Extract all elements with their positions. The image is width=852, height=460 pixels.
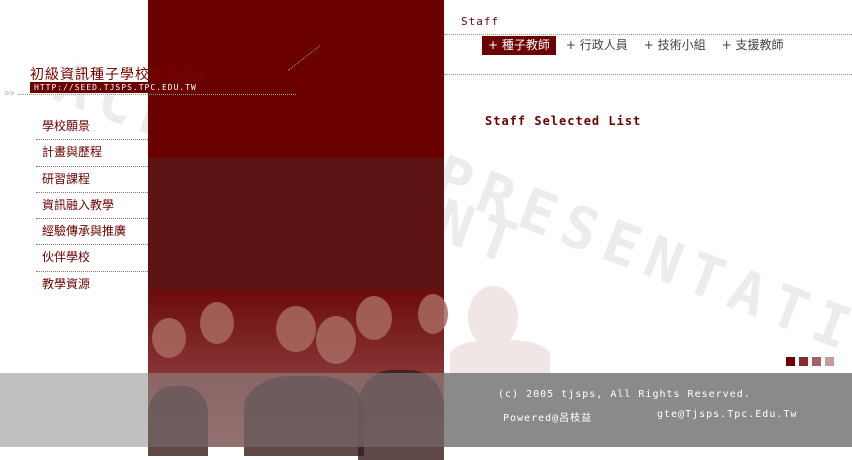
powered-by-text: Powered@呂枝益 — [503, 413, 593, 424]
tab-technical-team[interactable]: + 技術小組 — [638, 36, 712, 55]
center-panel-band — [148, 158, 444, 290]
sidebar-item-teaching-resources[interactable]: 教學資源 — [36, 272, 148, 298]
sidebar-item-partner-schools[interactable]: 伙伴學校 — [36, 245, 148, 272]
site-title: 初級資訊種子學校成果展示 — [30, 67, 210, 83]
sidebar-item-school-vision[interactable]: 學校願景 — [36, 114, 148, 141]
square-4 — [825, 357, 834, 366]
sidebar-item-plan-history[interactable]: 計畫與歷程 — [36, 140, 148, 167]
tab-seed-teachers[interactable]: + 種子教師 — [482, 36, 556, 55]
site-url[interactable]: HTTP://SEED.TJSPS.TPC.EDU.TW — [30, 82, 201, 93]
sidebar-item-experience-sharing[interactable]: 經驗傳承與推廣 — [36, 219, 148, 246]
square-2 — [799, 357, 808, 366]
chevron-right-icon: ›› ›› — [4, 88, 15, 99]
decorative-squares — [786, 357, 834, 366]
copyright-text: (c) 2005 tjsps, All Rights Reserved. — [498, 389, 751, 400]
tab-support-teachers[interactable]: + 支援教師 — [716, 36, 790, 55]
dotted-divider — [444, 74, 852, 75]
staff-list-title: Staff Selected List — [485, 114, 642, 128]
square-1 — [786, 357, 795, 366]
staff-section-label: Staff — [461, 15, 500, 28]
sidebar-item-it-integration[interactable]: 資訊融入教學 — [36, 193, 148, 220]
sidebar-nav: 學校願景 計畫與歷程 研習課程 資訊融入教學 經驗傳承與推廣 伙伴學校 教學資源 — [36, 114, 148, 298]
tab-administrative-staff[interactable]: + 行政人員 — [560, 36, 634, 55]
contact-email-link[interactable]: gte@Tjsps.Tpc.Edu.Tw — [657, 409, 797, 420]
dotted-divider — [444, 34, 852, 35]
ghost-photo-head — [468, 286, 518, 348]
square-3 — [812, 357, 821, 366]
dotted-divider — [18, 94, 296, 95]
sidebar-item-courses[interactable]: 研習課程 — [36, 167, 148, 193]
staff-tabs: + 種子教師 + 行政人員 + 技術小組 + 支援教師 — [482, 36, 794, 55]
